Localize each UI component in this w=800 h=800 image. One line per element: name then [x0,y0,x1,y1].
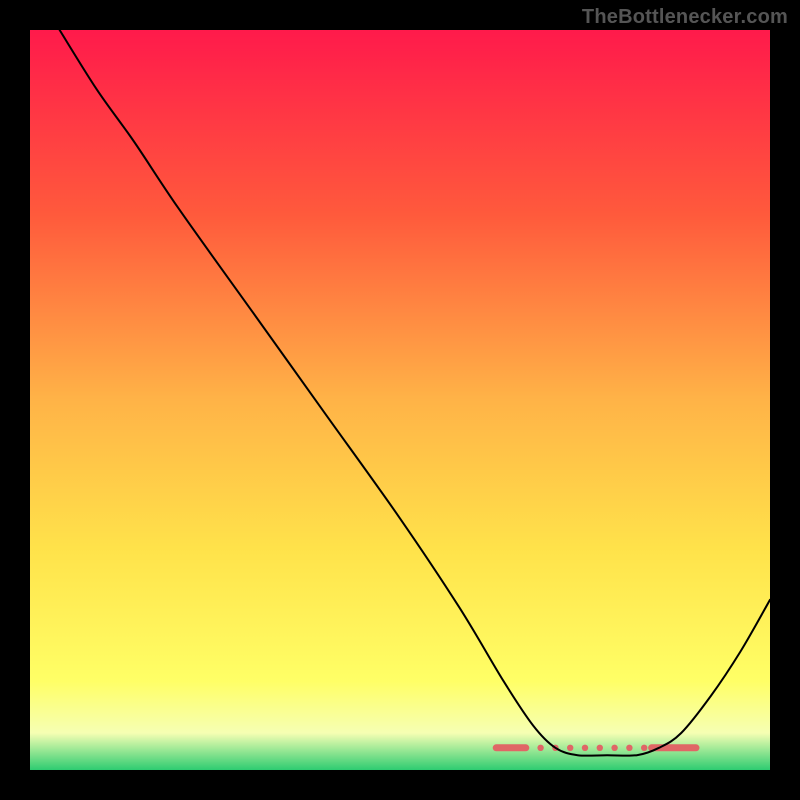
bottleneck-chart [30,30,770,770]
marker-dot [582,745,588,751]
marker-dot [597,745,603,751]
marker-dot [685,745,691,751]
marker-dot [567,745,573,751]
chart-stage: TheBottlenecker.com [0,0,800,800]
marker-dot [537,745,543,751]
marker-dot [641,745,647,751]
marker-dot [671,745,677,751]
marker-dot [626,745,632,751]
marker-dot [515,745,521,751]
plot-area [30,30,770,770]
marker-dot [500,745,506,751]
marker-dot [611,745,617,751]
gradient-background [30,30,770,770]
watermark-text: TheBottlenecker.com [582,6,788,29]
